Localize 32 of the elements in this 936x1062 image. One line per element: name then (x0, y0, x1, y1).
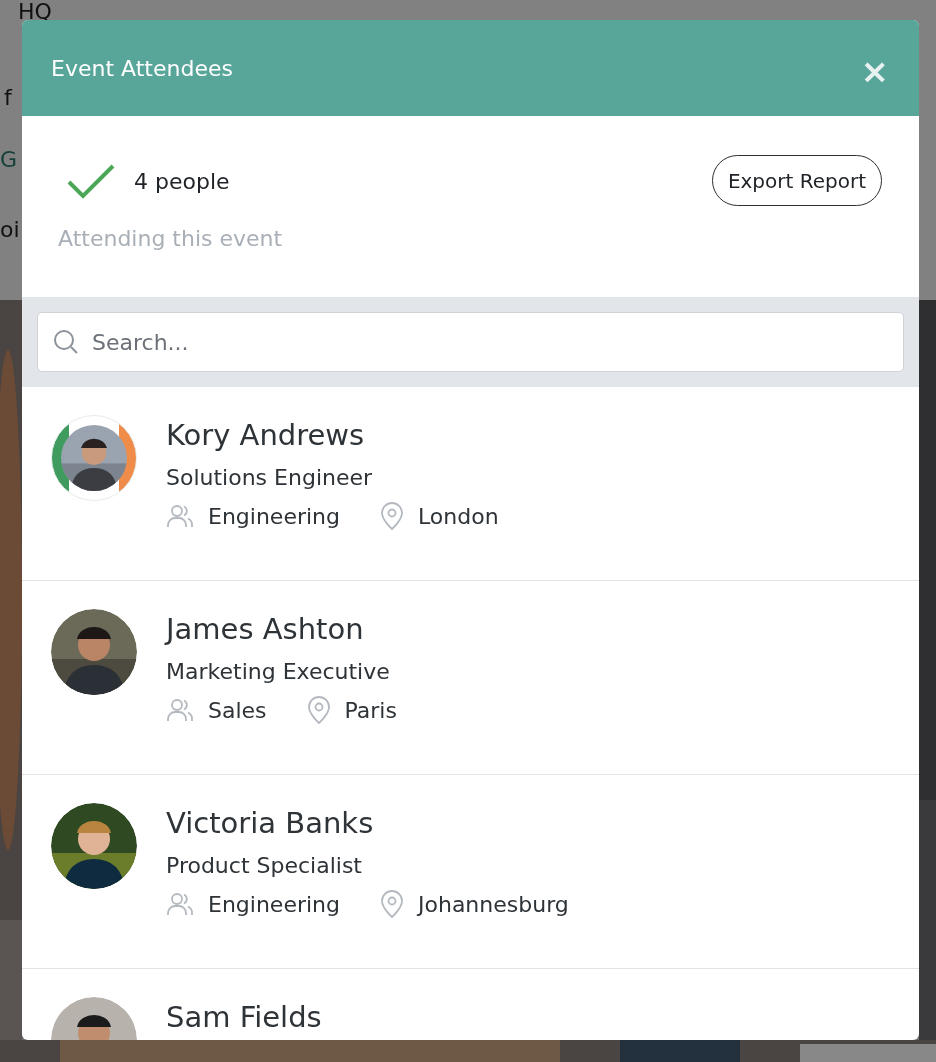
job-title: Marketing Executive (166, 659, 391, 684)
background-text: oi (0, 216, 20, 244)
checkmark-icon (66, 163, 116, 199)
location-pin-icon (306, 696, 331, 724)
search-icon (53, 329, 79, 355)
job-title: Solutions Engineer (166, 465, 374, 490)
attendance-caption: Attending this event (58, 226, 283, 251)
search-field[interactable]: Search... (37, 312, 904, 372)
location: Johannesburg (418, 891, 569, 917)
people-icon (166, 698, 194, 722)
export-report-button[interactable]: Export Report (711, 155, 882, 206)
people-icon (166, 892, 194, 916)
department: Engineering (208, 503, 340, 529)
location-pin-icon (380, 502, 404, 530)
attendee-name: Kory Andrews (166, 417, 366, 454)
attendee-row[interactable]: James Ashton Marketing Executive Sales Paris (22, 581, 919, 775)
job-title: Product Specialist (166, 853, 363, 878)
attendee-name: James Ashton (166, 611, 365, 648)
people-icon (166, 504, 194, 528)
modal-title: Event Attendees (51, 55, 233, 81)
department: Engineering (208, 891, 340, 917)
attendee-name: Victoria Banks (166, 805, 375, 842)
department: Sales (208, 697, 267, 723)
attendee-count: 4 people (134, 168, 230, 194)
attendee-row[interactable]: Victoria Banks Product Specialist Engineering Johannesburg (22, 775, 919, 969)
location: London (418, 503, 499, 529)
attendee-row[interactable]: Kory Andrews Solutions Engineer Engineering London (22, 387, 919, 581)
background-text: HQ (17, 0, 52, 26)
attendee-name: Sam Fields (166, 999, 322, 1036)
location-pin-icon (380, 890, 404, 918)
location: Paris (344, 697, 397, 723)
background-text: f (3, 84, 12, 112)
